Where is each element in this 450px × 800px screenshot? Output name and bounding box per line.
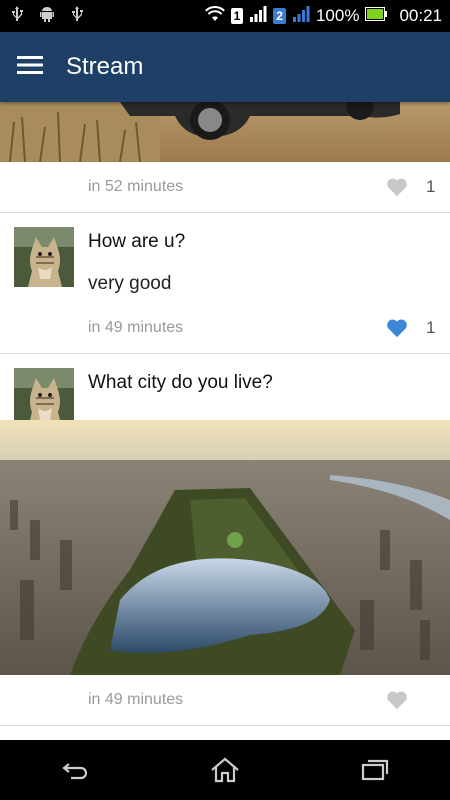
cat-avatar-image bbox=[14, 227, 74, 287]
post-card[interactable]: in 52 minutes 1 bbox=[0, 102, 450, 213]
avatar[interactable] bbox=[14, 368, 74, 428]
like-count: 1 bbox=[426, 177, 436, 196]
home-icon[interactable] bbox=[209, 756, 241, 784]
post-time: in 49 minutes bbox=[88, 691, 184, 708]
cat-avatar-image bbox=[14, 368, 74, 428]
desert-car-photo[interactable] bbox=[0, 102, 450, 162]
aerial-city-park-photo[interactable] bbox=[0, 420, 450, 675]
post-footer: in 49 minutes 1 bbox=[0, 303, 450, 353]
post-card[interactable]: What city do you live? in 49 minutes bbox=[0, 354, 450, 726]
post-content: What city do you live? bbox=[88, 368, 273, 428]
post-time: in 49 minutes bbox=[88, 319, 184, 336]
post-body: very good bbox=[88, 273, 172, 294]
wifi-icon bbox=[204, 5, 225, 28]
post-title: What city do you live? bbox=[88, 372, 273, 393]
post-footer: in 49 minutes bbox=[0, 675, 450, 725]
system-status: 1 2 100% 00:21 bbox=[204, 5, 442, 28]
heart-outline-icon[interactable] bbox=[386, 690, 408, 710]
signal2-icon bbox=[292, 5, 310, 28]
menu-button[interactable] bbox=[0, 32, 60, 102]
heart-outline-icon[interactable] bbox=[386, 177, 408, 197]
system-nav-bar bbox=[0, 740, 450, 800]
battery-icon bbox=[365, 5, 388, 28]
sim2-badge: 2 bbox=[273, 8, 286, 24]
sim1-badge: 1 bbox=[230, 8, 244, 24]
avatar[interactable] bbox=[14, 227, 74, 287]
like-control[interactable]: 1 bbox=[386, 177, 436, 197]
usb-icon bbox=[8, 5, 26, 28]
android-debug-icon bbox=[38, 5, 56, 28]
like-control[interactable]: 1 bbox=[386, 318, 436, 338]
usb-icon-2 bbox=[68, 5, 86, 28]
post-footer: in 52 minutes 1 bbox=[0, 162, 450, 212]
clock: 00:21 bbox=[399, 6, 442, 25]
like-control[interactable] bbox=[386, 690, 436, 710]
recent-apps-icon[interactable] bbox=[359, 756, 391, 784]
post-header: How are u? very good bbox=[0, 213, 450, 295]
signal1-icon bbox=[249, 5, 267, 28]
heart-filled-icon[interactable] bbox=[386, 318, 408, 338]
post-header: What city do you live? bbox=[0, 354, 450, 428]
status-bar: 1 2 100% 00:21 bbox=[0, 0, 450, 32]
post-title: How are u? bbox=[88, 231, 186, 252]
notification-icons bbox=[8, 5, 86, 28]
post-content: How are u? very good bbox=[88, 227, 185, 295]
hamburger-menu-icon bbox=[17, 55, 43, 80]
app-bar: Stream bbox=[0, 32, 450, 102]
page-title: Stream bbox=[66, 53, 144, 80]
like-count: 1 bbox=[426, 318, 436, 337]
post-time: in 52 minutes bbox=[88, 178, 184, 195]
post-card[interactable]: How are u? very good in 49 minutes 1 bbox=[0, 213, 450, 354]
stream-feed[interactable]: in 52 minutes 1 How are u? very good in … bbox=[0, 102, 450, 740]
battery-percent: 100% bbox=[315, 6, 360, 25]
back-icon[interactable] bbox=[59, 756, 91, 784]
